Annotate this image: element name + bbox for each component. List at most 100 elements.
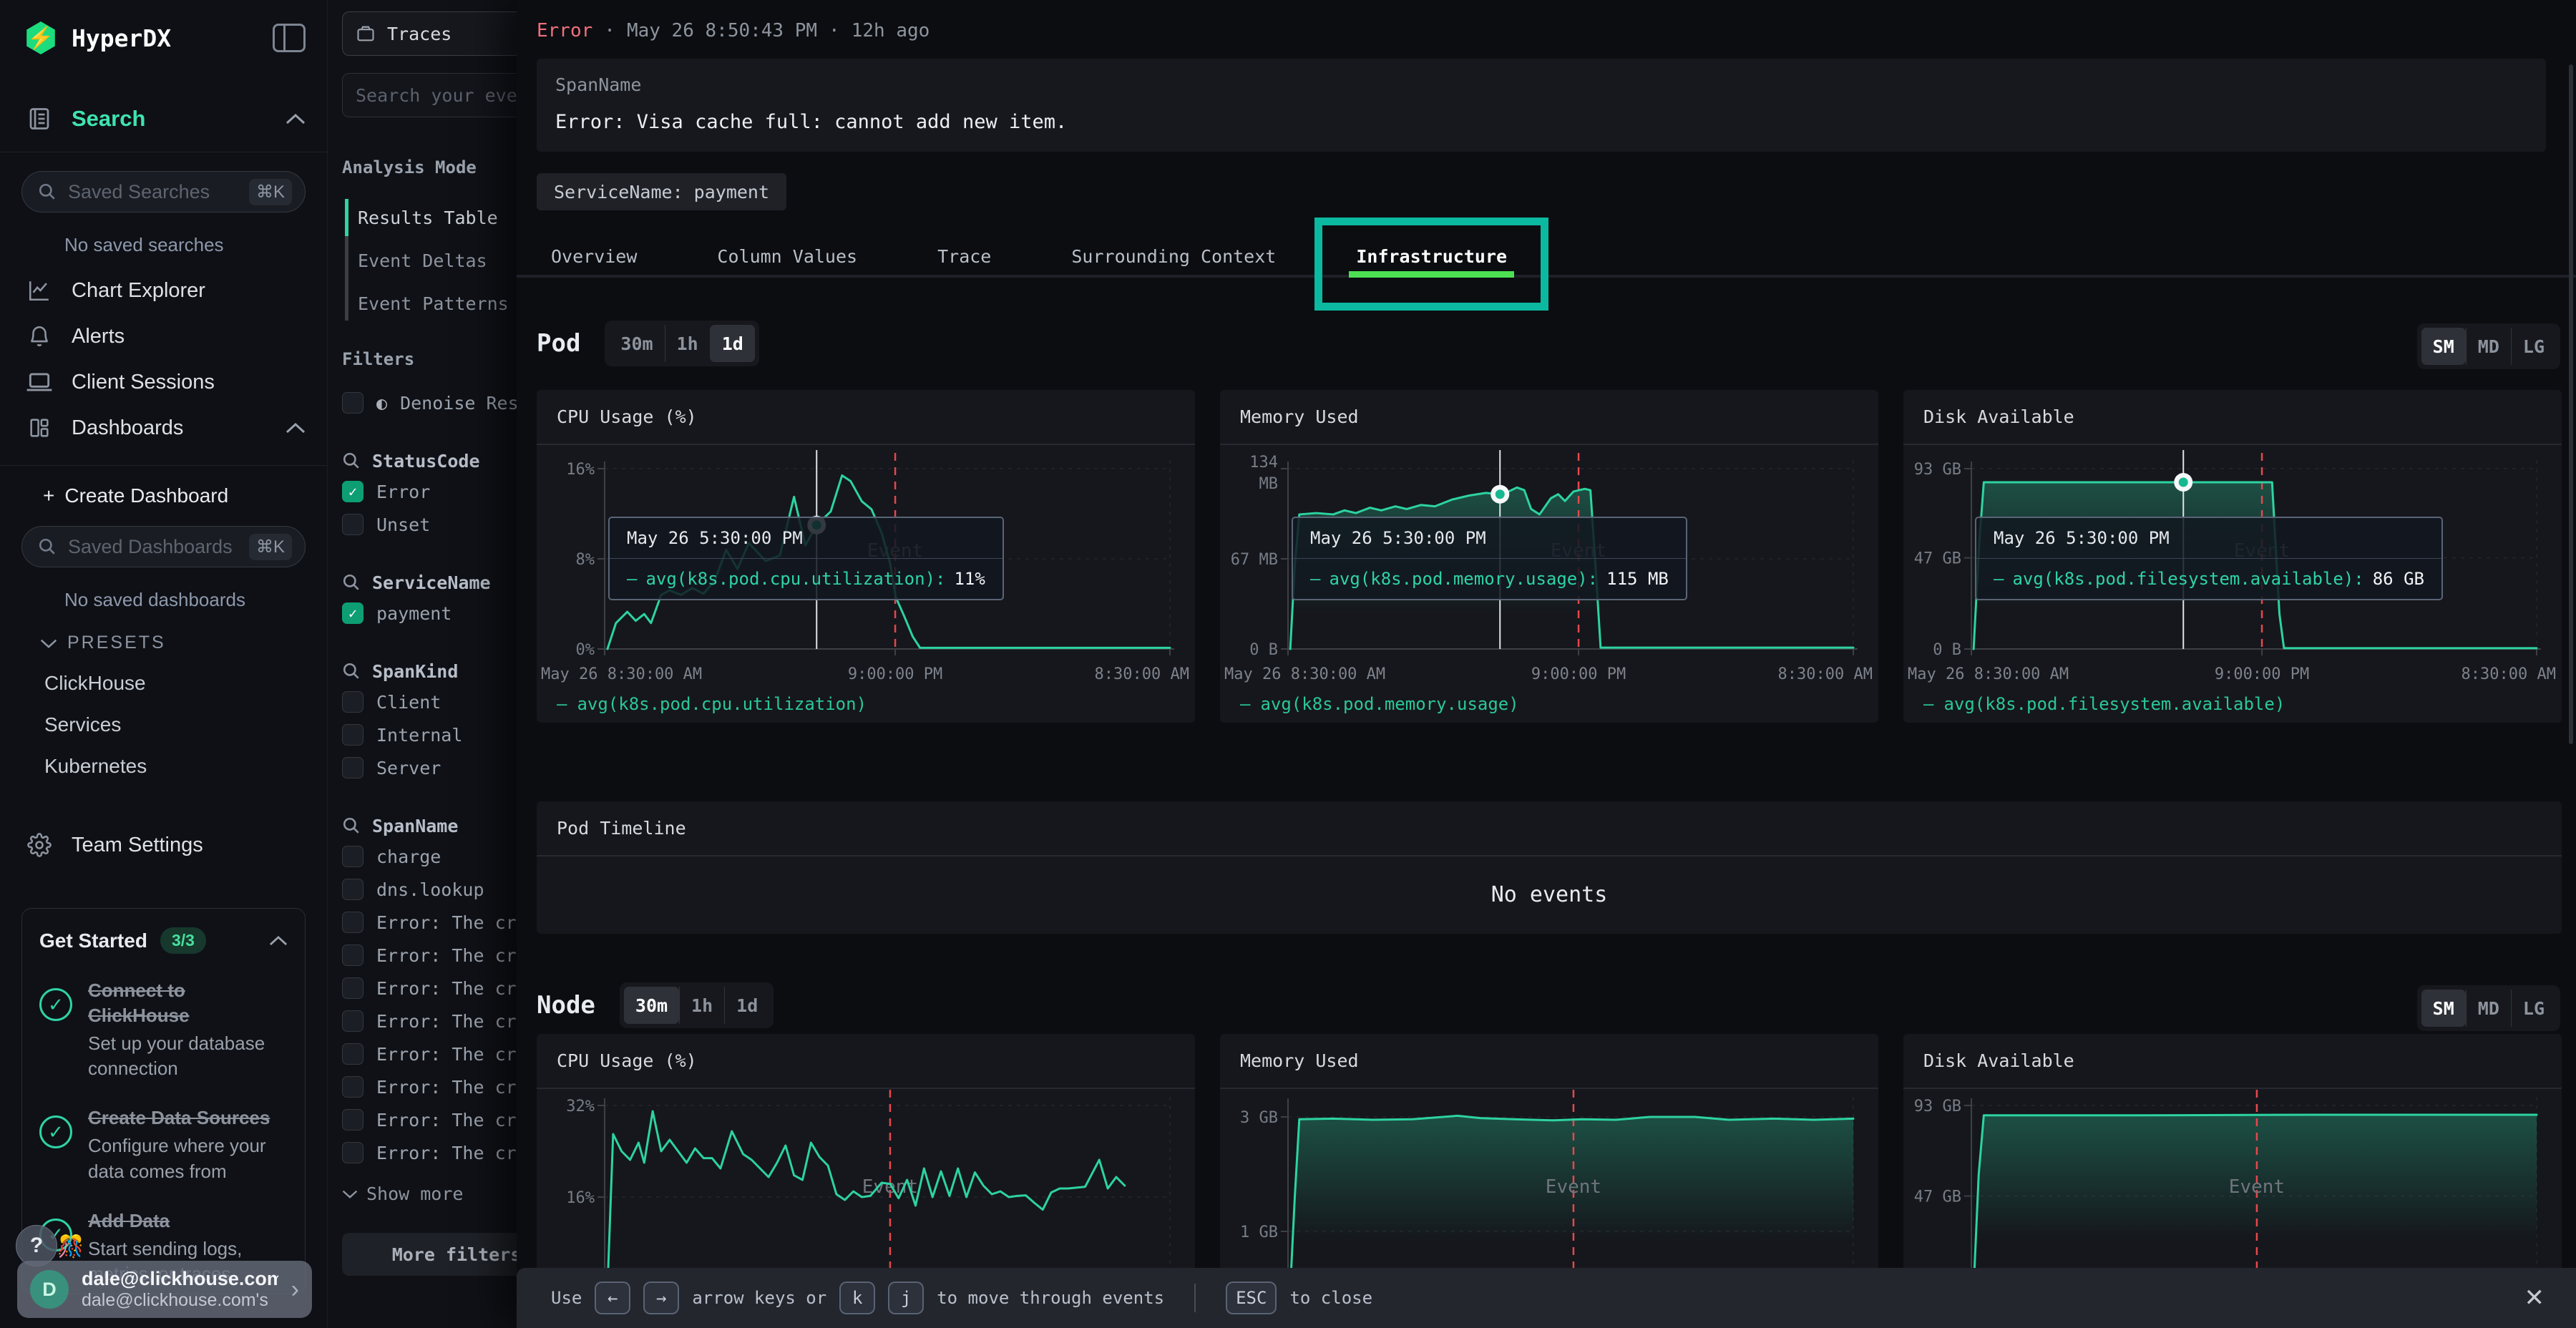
filter-option-label: Server	[376, 758, 441, 778]
sidebar-item-label: Search	[72, 106, 145, 132]
tab-column-values[interactable]: Column Values	[717, 236, 857, 275]
filter-option-error-the-cr[interactable]: Error: The cr	[342, 1136, 517, 1169]
event-search-input[interactable]: Search your events	[342, 73, 517, 117]
analysis-mode-event-patterns[interactable]: Event Patterns	[358, 282, 517, 325]
confetti-icon: 🎊	[57, 1234, 84, 1259]
chart-card-pod-0: CPU Usage (%)16%8%0%May 26 8:30:00 AM9:0…	[537, 390, 1195, 723]
node-range-1d[interactable]: 1d	[724, 987, 769, 1024]
filter-option-client[interactable]: Client	[342, 685, 517, 718]
chart-title: Memory Used	[1220, 1034, 1878, 1089]
user-menu[interactable]: D dale@clickhouse.com dale@clickhouse.co…	[17, 1261, 312, 1318]
divider	[1194, 1284, 1196, 1312]
chart-plot[interactable]: 93 GB47 GB0 BMay 26 8:30:00 AM9:00:00 PM…	[1903, 445, 2562, 692]
step-desc: Configure where your data comes from	[88, 1133, 288, 1183]
filter-option-error[interactable]: ✓Error	[342, 475, 517, 508]
svg-text:MB: MB	[1259, 475, 1279, 493]
node-size-sm[interactable]: SM	[2421, 990, 2466, 1027]
pod-size-md[interactable]: MD	[2466, 328, 2511, 365]
sidebar-item-team-settings[interactable]: Team Settings	[0, 822, 327, 868]
denoise-results-checkbox[interactable]: ◐ Denoise Results	[342, 386, 517, 419]
svg-text:0%: 0%	[576, 641, 595, 659]
pod-range-1h[interactable]: 1h	[665, 325, 710, 362]
saved-searches-input[interactable]: Saved Searches ⌘K	[21, 171, 306, 213]
chart-plot[interactable]: 32%16%Event	[537, 1089, 1195, 1268]
filter-option-label: Error: The cr	[376, 1110, 517, 1131]
source-select[interactable]: Traces	[342, 11, 517, 56]
get-started-step-connect[interactable]: ✓ Connect to ClickHouse Set up your data…	[39, 978, 288, 1081]
chart-title: CPU Usage (%)	[537, 390, 1195, 445]
filter-option-server[interactable]: Server	[342, 751, 517, 784]
tab-infrastructure[interactable]: Infrastructure	[1356, 236, 1507, 275]
chart-plot[interactable]: 16%8%0%May 26 8:30:00 AM9:00:00 PM8:30:0…	[537, 445, 1195, 692]
analysis-mode-results-table[interactable]: Results Table	[358, 196, 517, 239]
svg-text:3 GB: 3 GB	[1240, 1109, 1278, 1127]
filter-option-dns-lookup[interactable]: dns.lookup	[342, 873, 517, 906]
pod-size-sm[interactable]: SM	[2421, 328, 2466, 365]
filter-option-internal[interactable]: Internal	[342, 718, 517, 751]
span-name-label: SpanName	[555, 74, 2527, 95]
presets-toggle[interactable]: PRESETS	[40, 633, 327, 653]
sidebar-item-client-sessions[interactable]: Client Sessions	[0, 359, 327, 405]
keyboard-hints-footer: Use ← → arrow keys or k j to move throug…	[517, 1268, 2576, 1328]
pod-size-lg[interactable]: LG	[2511, 328, 2556, 365]
chart-plot[interactable]: 93 GB47 GBEvent	[1903, 1089, 2562, 1268]
more-filters-button[interactable]: More filters	[342, 1233, 517, 1276]
search-icon	[342, 573, 361, 592]
tab-surrounding-context[interactable]: Surrounding Context	[1071, 236, 1276, 275]
show-more-button[interactable]: Show more	[342, 1183, 517, 1204]
filter-option-error-the-cr[interactable]: Error: The cr	[342, 906, 517, 939]
filter-option-error-the-cr[interactable]: Error: The cr	[342, 1070, 517, 1103]
preset-kubernetes[interactable]: Kubernetes	[44, 755, 327, 778]
pod-range-30m[interactable]: 30m	[609, 325, 664, 362]
analysis-mode-event-deltas[interactable]: Event Deltas	[358, 239, 517, 282]
service-name-chip[interactable]: ServiceName: payment	[537, 173, 786, 210]
node-range-30m[interactable]: 30m	[624, 987, 679, 1024]
saved-dashboards-input[interactable]: Saved Dashboards ⌘K	[21, 526, 306, 567]
filter-option-error-the-cr[interactable]: Error: The cr	[342, 1005, 517, 1038]
preset-services[interactable]: Services	[44, 713, 327, 736]
pod-range-1d[interactable]: 1d	[710, 325, 755, 362]
active-tab-underline	[1349, 271, 1514, 278]
node-size-lg[interactable]: LG	[2511, 990, 2556, 1027]
node-range-1h[interactable]: 1h	[679, 987, 724, 1024]
no-saved-dashboards-text: No saved dashboards	[64, 589, 327, 611]
sidebar-item-chart-explorer[interactable]: Chart Explorer	[0, 268, 327, 313]
filter-option-error-the-cr[interactable]: Error: The cr	[342, 1038, 517, 1070]
tab-overview[interactable]: Overview	[551, 236, 637, 275]
create-dashboard-label: Create Dashboard	[64, 484, 228, 507]
get-started-step-sources[interactable]: ✓ Create Data Sources Configure where yo…	[39, 1105, 288, 1183]
scrollbar[interactable]	[2569, 64, 2573, 744]
legend-dash-icon: —	[1923, 694, 1933, 714]
chart-body: 3 GB1 GBEvent	[1220, 1089, 1878, 1268]
tab-trace[interactable]: Trace	[937, 236, 991, 275]
close-icon[interactable]: ✕	[2524, 1284, 2545, 1312]
sidebar-item-alerts[interactable]: Alerts	[0, 313, 327, 359]
filter-option-error-the-cr[interactable]: Error: The cr	[342, 972, 517, 1005]
legend-dash-icon: —	[1240, 694, 1250, 714]
svg-text:32%: 32%	[566, 1098, 595, 1115]
span-name-value: Error: Visa cache full: cannot add new i…	[555, 111, 2527, 133]
node-size-md[interactable]: MD	[2466, 990, 2511, 1027]
filter-option-unset[interactable]: Unset	[342, 508, 517, 541]
get-started-progress-badge: 3/3	[160, 927, 206, 954]
step-desc: Set up your database connection	[88, 1031, 288, 1081]
filter-option-error-the-cr[interactable]: Error: The cr	[342, 1103, 517, 1136]
chart-plot[interactable]: 134MB67 MB0 BMay 26 8:30:00 AM9:00:00 PM…	[1220, 445, 1878, 692]
hint-text: arrow keys or	[692, 1288, 826, 1308]
collapse-sidebar-icon[interactable]	[273, 24, 306, 52]
filter-option-error-the-cr[interactable]: Error: The cr	[342, 939, 517, 972]
denoise-icon: ◐	[376, 393, 387, 414]
sidebar-item-search[interactable]: Search	[0, 96, 327, 142]
filter-option-charge[interactable]: charge	[342, 840, 517, 873]
event-header: Error · May 26 8:50:43 PM · 12h ago	[537, 20, 930, 42]
preset-clickhouse[interactable]: ClickHouse	[44, 672, 327, 695]
sidebar-item-dashboards[interactable]: Dashboards	[0, 405, 327, 451]
filter-option-label: Error: The cr	[376, 1143, 517, 1163]
create-dashboard-button[interactable]: + Create Dashboard	[43, 484, 327, 507]
chart-plot[interactable]: 3 GB1 GBEvent	[1220, 1089, 1878, 1268]
sidebar-item-label: Team Settings	[72, 834, 203, 857]
node-size-selector: SMMDLG	[2417, 985, 2560, 1031]
chart-card-pod-2: Disk Available93 GB47 GB0 BMay 26 8:30:0…	[1903, 390, 2562, 723]
filter-option-payment[interactable]: ✓payment	[342, 597, 517, 630]
chevron-up-icon[interactable]	[269, 935, 288, 946]
